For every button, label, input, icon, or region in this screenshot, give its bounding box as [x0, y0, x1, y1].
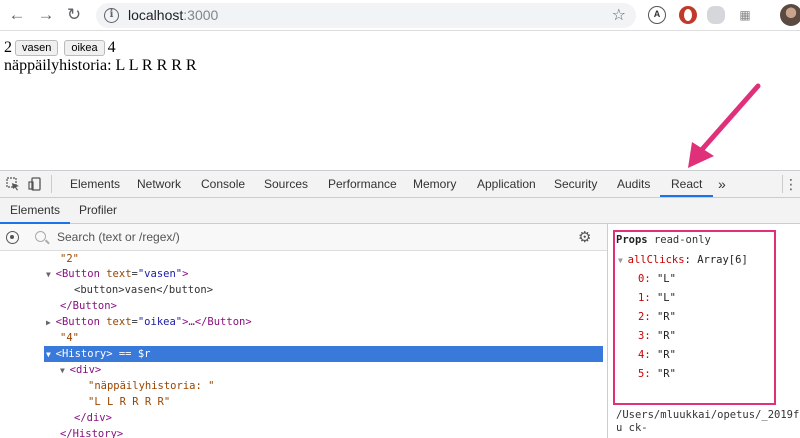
history-node[interactable]: ▼ <History> == $r — [46, 346, 150, 362]
tree-tag: <div> — [69, 364, 102, 376]
array-value: "L" — [656, 273, 676, 285]
avatar[interactable] — [780, 4, 800, 26]
tree-line[interactable]: "L L R R R R" — [88, 394, 170, 410]
collapsed-triangle-icon[interactable]: ▶ — [46, 318, 56, 327]
tree-attr-value: "oikea" — [137, 316, 183, 328]
url-port: :3000 — [183, 7, 219, 23]
tab-application[interactable]: Application — [477, 171, 536, 197]
tab-separator — [782, 175, 783, 193]
pointer-arrow-icon — [688, 83, 761, 168]
subtab-profiler[interactable]: Profiler — [79, 198, 117, 224]
tab-performance[interactable]: Performance — [328, 171, 397, 197]
tree-line[interactable]: "4" — [60, 330, 79, 346]
tree-line[interactable]: ▼ <Button text="vasen"> — [46, 266, 188, 282]
reload-icon[interactable]: ↻ — [63, 4, 85, 26]
tree-line[interactable]: ▶ <Button text="oikea">…</Button> — [46, 314, 252, 330]
tab-audits[interactable]: Audits — [617, 171, 650, 197]
search-icon — [35, 231, 46, 242]
props-note: read-only — [653, 234, 711, 246]
array-value: "R" — [656, 311, 676, 323]
tree-line[interactable]: </Button> — [60, 298, 117, 314]
url-host: localhost — [128, 7, 184, 23]
tab-security[interactable]: Security — [554, 171, 597, 197]
tab-memory[interactable]: Memory — [413, 171, 456, 197]
tab-separator — [51, 175, 52, 193]
extension-opera-icon[interactable] — [679, 6, 697, 24]
extension-grid-icon[interactable]: ▦ — [736, 6, 754, 24]
array-item[interactable]: 3: "R" — [638, 330, 676, 342]
array-value: "R" — [656, 349, 676, 361]
counter-row: 2 vasen oikea 4 — [4, 39, 116, 57]
tree-line[interactable]: "2" — [60, 251, 79, 267]
array-value: "R" — [656, 368, 676, 380]
back-icon[interactable]: ← — [6, 4, 28, 26]
tab-react[interactable]: React — [660, 171, 714, 197]
expand-triangle-icon[interactable]: ▼ — [46, 350, 56, 359]
history-label: näppäilyhistoria: — [4, 57, 112, 74]
device-toolbar-icon[interactable] — [28, 177, 42, 191]
tree-attr-name: text — [106, 268, 132, 280]
tree-attr-name: text — [106, 316, 132, 328]
devtools-panel: Elements Network Console Sources Perform… — [0, 170, 800, 438]
tab-sources[interactable]: Sources — [264, 171, 308, 197]
expand-triangle-icon[interactable]: ▼ — [60, 366, 70, 375]
history-row: näppäilyhistoria: L L R R R R — [4, 57, 197, 75]
gear-icon[interactable]: ⚙ — [578, 228, 591, 246]
array-item[interactable]: 4: "R" — [638, 349, 676, 361]
prop-key: allClicks — [627, 254, 685, 266]
search-input[interactable]: Search (text or /regex/) — [57, 230, 180, 244]
devtools-tabbar: Elements Network Console Sources Perform… — [0, 171, 800, 198]
select-element-icon[interactable] — [6, 231, 19, 244]
tree-tag: <Button — [55, 268, 100, 280]
tree-attr-value: "vasen" — [137, 268, 183, 280]
array-item[interactable]: 5: "R" — [638, 368, 676, 380]
info-icon[interactable]: i — [104, 8, 119, 23]
array-item[interactable]: 2: "R" — [638, 311, 676, 323]
expand-triangle-icon[interactable]: ▼ — [46, 270, 56, 279]
vasen-button[interactable]: vasen — [15, 40, 59, 56]
props-title: Props — [616, 234, 648, 246]
right-count: 4 — [107, 39, 116, 56]
subtab-elements[interactable]: Elements — [0, 198, 71, 224]
props-header: Props read-only — [616, 234, 711, 246]
extension-cloud-icon[interactable] — [707, 6, 725, 24]
tree-tag: > — [182, 268, 189, 280]
left-count: 2 — [4, 39, 12, 56]
devtools-menu-icon[interactable]: ⋮ — [784, 177, 798, 191]
array-value: "R" — [656, 330, 676, 342]
prop-allclicks[interactable]: ▼ allClicks: Array[6] — [618, 254, 748, 266]
source-path: /Users/mluukkai/opetus/_2019fu ck- — [616, 409, 800, 434]
prop-type: Array[6] — [697, 254, 748, 266]
array-value: "L" — [656, 292, 676, 304]
tree-line[interactable]: ▼ <div> — [60, 362, 101, 378]
oikea-button[interactable]: oikea — [64, 40, 105, 56]
tree-tag: <History> == $r — [55, 348, 151, 360]
bookmark-star-icon[interactable]: ☆ — [612, 5, 626, 25]
selected-tree-row[interactable]: ▼ <History> == $r — [44, 346, 603, 362]
extension-a-icon[interactable]: A — [648, 6, 666, 24]
tree-line[interactable]: <button>vasen</button> — [74, 282, 213, 298]
tree-line[interactable]: </div> — [74, 410, 112, 426]
tab-network[interactable]: Network — [137, 171, 181, 197]
expand-triangle-icon[interactable]: ▼ — [618, 256, 628, 265]
react-subtabs: Elements Profiler — [0, 198, 800, 224]
array-item[interactable]: 0: "L" — [638, 273, 676, 285]
inspect-element-icon[interactable] — [6, 177, 20, 191]
history-value: L L R R R R — [115, 57, 197, 74]
address-bar[interactable]: i localhost:3000 ☆ — [96, 3, 636, 28]
browser-toolbar: ← → ↻ i localhost:3000 ☆ A ▦ — [0, 0, 800, 31]
tree-tag: <Button — [55, 316, 100, 328]
array-item[interactable]: 1: "L" — [638, 292, 676, 304]
component-tree: "2" ▼ <Button text="vasen"> <button>vase… — [0, 251, 607, 438]
tree-tag: >…</Button> — [182, 316, 252, 328]
more-tabs-icon[interactable]: » — [718, 171, 726, 197]
tab-elements[interactable]: Elements — [70, 171, 120, 197]
forward-icon[interactable]: → — [35, 4, 57, 26]
tree-line[interactable]: "näppäilyhistoria: " — [88, 378, 214, 394]
props-pane: Props read-only ▼ allClicks: Array[6] 0:… — [608, 224, 800, 438]
search-row: Search (text or /regex/) ⚙ — [0, 224, 607, 251]
tab-console[interactable]: Console — [201, 171, 245, 197]
tree-line[interactable]: </History> — [60, 426, 123, 438]
url-text: localhost:3000 — [128, 7, 218, 23]
